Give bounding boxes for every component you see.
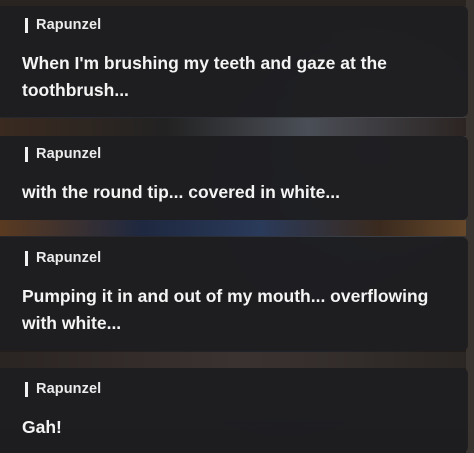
speaker-name: Rapunzel [36, 17, 102, 33]
speaker-name: Rapunzel [36, 146, 102, 162]
message-card: Rapunzel When I'm brushing my teeth and … [0, 6, 468, 117]
speaker-marker-icon [25, 250, 28, 266]
message-list: Rapunzel When I'm brushing my teeth and … [0, 0, 474, 453]
message-card: Rapunzel Gah! [0, 368, 468, 453]
message-text: Pumping it in and out of my mouth... ove… [22, 286, 429, 333]
speaker-row: Rapunzel [22, 247, 448, 269]
message-text: When I'm brushing my teeth and gaze at t… [22, 53, 387, 100]
speaker-row: Rapunzel [22, 143, 448, 165]
speaker-name: Rapunzel [36, 250, 102, 266]
speaker-row: Rapunzel [22, 378, 448, 400]
speaker-marker-icon [25, 381, 28, 397]
message-text: with the round tip... covered in white..… [22, 182, 340, 202]
speaker-row: Rapunzel [22, 14, 448, 36]
message-card: Rapunzel Pumping it in and out of my mou… [0, 237, 468, 351]
speaker-name: Rapunzel [36, 381, 102, 397]
speaker-marker-icon [25, 17, 28, 33]
speaker-marker-icon [25, 146, 28, 162]
chat-screen: Rapunzel When I'm brushing my teeth and … [0, 0, 474, 453]
message-card: Rapunzel with the round tip... covered i… [0, 136, 468, 220]
message-text: Gah! [22, 417, 62, 437]
